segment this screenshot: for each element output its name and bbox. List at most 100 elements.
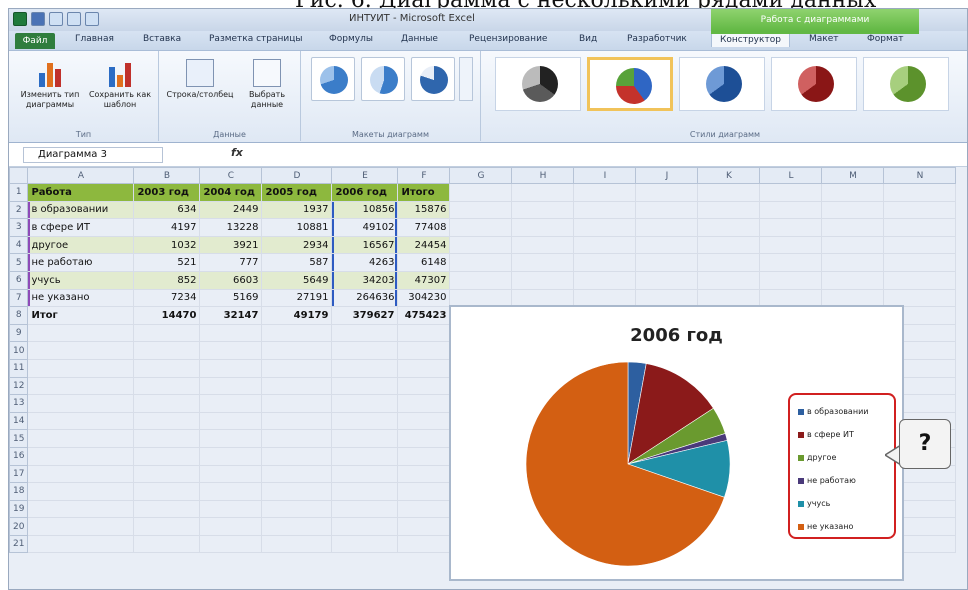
empty-cell[interactable] [199, 341, 263, 360]
empty-cell[interactable] [759, 218, 823, 237]
empty-cell[interactable] [635, 270, 699, 290]
empty-cell[interactable] [449, 235, 513, 255]
legend-entry[interactable]: учусь [798, 499, 830, 508]
empty-cell[interactable] [261, 358, 333, 378]
empty-cell[interactable] [27, 482, 135, 501]
empty-cell[interactable] [697, 253, 761, 272]
empty-cell[interactable] [261, 499, 333, 519]
empty-cell[interactable] [331, 464, 399, 484]
empty-cell[interactable] [397, 394, 451, 413]
empty-cell[interactable] [573, 183, 637, 202]
tab-page-layout[interactable]: Разметка страницы [209, 34, 303, 44]
column-header[interactable]: B [133, 167, 201, 184]
data-cell[interactable]: 304230 [397, 288, 451, 308]
row-header[interactable]: 10 [9, 341, 29, 360]
empty-cell[interactable] [697, 183, 761, 202]
row-header[interactable]: 16 [9, 446, 29, 466]
empty-cell[interactable] [635, 218, 699, 237]
empty-cell[interactable] [261, 446, 333, 466]
row-header[interactable]: 2 [9, 200, 29, 220]
column-header[interactable]: I [573, 167, 637, 184]
data-cell[interactable]: 3921 [199, 235, 263, 255]
empty-cell[interactable] [261, 341, 333, 360]
empty-cell[interactable] [199, 358, 263, 378]
empty-cell[interactable] [199, 499, 263, 519]
chart-layout-2[interactable] [361, 57, 405, 101]
empty-cell[interactable] [261, 534, 333, 554]
data-cell[interactable]: 777 [199, 253, 263, 272]
empty-cell[interactable] [449, 218, 513, 237]
data-cell[interactable]: 47307 [397, 270, 451, 290]
data-cell[interactable]: учусь [27, 270, 135, 290]
empty-cell[interactable] [635, 235, 699, 255]
legend-entry[interactable]: в сфере ИТ [798, 430, 854, 439]
empty-cell[interactable] [27, 394, 135, 413]
empty-cell[interactable] [27, 429, 135, 448]
data-cell[interactable]: 32147 [199, 306, 263, 325]
empty-cell[interactable] [261, 376, 333, 396]
empty-cell[interactable] [397, 517, 451, 536]
column-header[interactable]: C [199, 167, 263, 184]
empty-cell[interactable] [573, 235, 637, 255]
empty-cell[interactable] [199, 323, 263, 343]
empty-cell[interactable] [199, 517, 263, 536]
data-cell[interactable]: 24454 [397, 235, 451, 255]
empty-cell[interactable] [331, 376, 399, 396]
legend-entry[interactable]: другое [798, 453, 836, 462]
data-cell[interactable]: 49179 [261, 306, 333, 325]
header-cell[interactable]: 2004 год [199, 183, 263, 202]
header-cell[interactable]: Работа [27, 183, 135, 202]
empty-cell[interactable] [133, 411, 201, 431]
empty-cell[interactable] [759, 253, 823, 272]
empty-cell[interactable] [697, 270, 761, 290]
row-header[interactable]: 5 [9, 253, 29, 272]
data-cell[interactable]: в образовании [27, 200, 135, 220]
data-cell[interactable]: 5169 [199, 288, 263, 308]
undo-icon[interactable] [49, 12, 63, 26]
row-header[interactable]: 21 [9, 534, 29, 554]
data-cell[interactable]: 27191 [261, 288, 333, 308]
row-header[interactable]: 3 [9, 218, 29, 237]
data-cell[interactable]: 4197 [133, 218, 201, 237]
column-header[interactable]: A [27, 167, 135, 184]
column-header[interactable]: L [759, 167, 823, 184]
column-header[interactable]: H [511, 167, 575, 184]
empty-cell[interactable] [27, 534, 135, 554]
empty-cell[interactable] [331, 341, 399, 360]
column-header[interactable]: M [821, 167, 885, 184]
empty-cell[interactable] [261, 429, 333, 448]
empty-cell[interactable] [261, 411, 333, 431]
column-header[interactable]: D [261, 167, 333, 184]
select-data-button[interactable]: Выбрать данные [237, 59, 297, 110]
empty-cell[interactable] [331, 429, 399, 448]
empty-cell[interactable] [759, 270, 823, 290]
row-header[interactable]: 18 [9, 482, 29, 501]
empty-cell[interactable] [635, 253, 699, 272]
data-cell[interactable]: 264636 [331, 288, 399, 308]
empty-cell[interactable] [883, 183, 957, 202]
empty-cell[interactable] [261, 323, 333, 343]
chart-style-2[interactable] [587, 57, 673, 111]
header-cell[interactable]: 2006 год [331, 183, 399, 202]
empty-cell[interactable] [573, 253, 637, 272]
empty-cell[interactable] [397, 446, 451, 466]
empty-cell[interactable] [331, 358, 399, 378]
layouts-scroll[interactable] [459, 57, 473, 101]
data-cell[interactable]: 1032 [133, 235, 201, 255]
row-header[interactable]: 8 [9, 306, 29, 325]
empty-cell[interactable] [261, 482, 333, 501]
change-chart-type-button[interactable]: Изменить тип диаграммы [17, 59, 83, 110]
tab-file[interactable]: Файл [15, 33, 55, 49]
row-header[interactable]: 9 [9, 323, 29, 343]
column-header[interactable]: G [449, 167, 513, 184]
data-cell[interactable]: 7234 [133, 288, 201, 308]
empty-cell[interactable] [331, 446, 399, 466]
empty-cell[interactable] [331, 499, 399, 519]
data-cell[interactable]: 2449 [199, 200, 263, 220]
empty-cell[interactable] [133, 446, 201, 466]
column-header[interactable]: N [883, 167, 957, 184]
empty-cell[interactable] [397, 341, 451, 360]
row-header[interactable]: 19 [9, 499, 29, 519]
empty-cell[interactable] [697, 200, 761, 220]
empty-cell[interactable] [697, 235, 761, 255]
